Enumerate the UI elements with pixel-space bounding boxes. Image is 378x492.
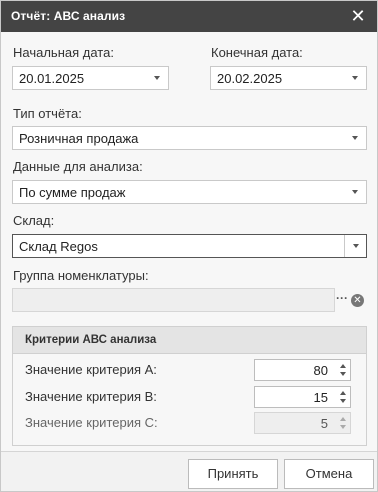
end-date-value: 20.02.2025 [217, 71, 283, 86]
criteria-c-value: 5 [320, 416, 328, 431]
criteria-title: Критерии АВС анализа [25, 334, 157, 346]
report-type-label: Тип отчёта: [13, 106, 82, 121]
criteria-b-value: 15 [313, 390, 328, 405]
warehouse-value: Склад Regos [19, 239, 98, 254]
criteria-a-label: Значение критерия А: [25, 362, 157, 377]
chevron-down-icon[interactable] [344, 67, 366, 89]
abc-report-dialog: Отчёт: АВС анализ ✕ Начальная дата: 20.0… [0, 0, 378, 492]
criteria-b-stepper[interactable]: 15 [254, 386, 351, 408]
chevron-up-icon[interactable] [340, 391, 346, 395]
chevron-down-icon[interactable] [344, 181, 366, 203]
end-date-picker[interactable]: 20.02.2025 [210, 66, 367, 90]
warehouse-label: Склад: [13, 213, 55, 228]
report-type-select[interactable]: Розничная продажа [12, 126, 367, 150]
criteria-a-value: 80 [313, 363, 328, 378]
item-group-field [12, 288, 335, 312]
warehouse-select[interactable]: Склад Regos [12, 234, 367, 258]
criteria-header: Критерии АВС анализа [13, 327, 366, 354]
chevron-down-icon [340, 425, 346, 429]
criteria-c-stepper: 5 [254, 412, 351, 434]
dialog-footer: Принять Отмена [1, 451, 377, 491]
criteria-b-label: Значение критерия В: [25, 389, 157, 404]
cancel-button[interactable]: Отмена [284, 459, 374, 489]
stepper-buttons[interactable] [336, 387, 350, 407]
chevron-up-icon [340, 417, 346, 421]
stepper-buttons [336, 413, 350, 433]
ellipsis-icon[interactable]: ··· [335, 288, 349, 312]
criteria-group: Критерии АВС анализа Значение критерия А… [12, 326, 367, 446]
report-type-value: Розничная продажа [19, 131, 139, 146]
analysis-data-select[interactable]: По сумме продаж [12, 180, 367, 204]
start-date-value: 20.01.2025 [19, 71, 85, 86]
window-title: Отчёт: АВС анализ [11, 9, 126, 23]
accept-button[interactable]: Принять [188, 459, 278, 489]
end-date-label: Конечная дата: [211, 45, 303, 60]
stepper-buttons[interactable] [336, 360, 350, 380]
chevron-down-icon[interactable] [344, 235, 366, 257]
chevron-down-icon[interactable] [340, 372, 346, 376]
criteria-c-label: Значение критерия С: [25, 415, 158, 430]
titlebar: Отчёт: АВС анализ ✕ [1, 1, 377, 32]
start-date-label: Начальная дата: [13, 45, 114, 60]
item-group-label: Группа номенклатуры: [13, 268, 149, 283]
criteria-a-stepper[interactable]: 80 [254, 359, 351, 381]
analysis-data-label: Данные для анализа: [13, 159, 143, 174]
chevron-down-icon[interactable] [146, 67, 168, 89]
close-icon[interactable]: ✕ [347, 5, 369, 27]
chevron-down-icon[interactable] [340, 399, 346, 403]
start-date-picker[interactable]: 20.01.2025 [12, 66, 169, 90]
analysis-data-value: По сумме продаж [19, 185, 126, 200]
chevron-down-icon[interactable] [344, 127, 366, 149]
clear-icon[interactable]: ✕ [351, 294, 364, 307]
chevron-up-icon[interactable] [340, 364, 346, 368]
